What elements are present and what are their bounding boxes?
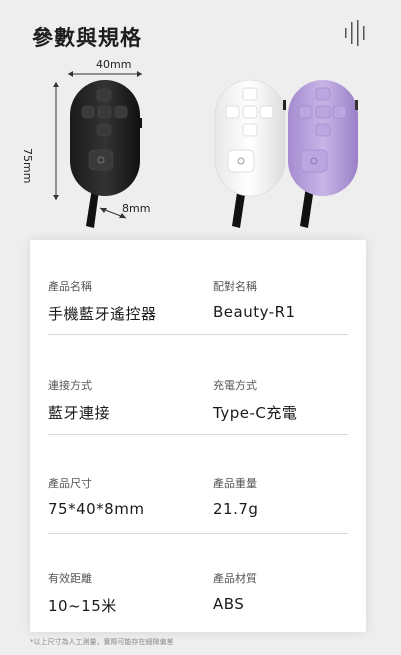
divider: [48, 434, 348, 435]
height-label: 75mm: [21, 148, 34, 184]
spec-value: ABS: [213, 595, 245, 613]
thickness-label: 8mm: [122, 202, 151, 215]
footnote: *以上尺寸為人工測量，實際可能存在細微偏差: [30, 638, 174, 646]
height-dimension-line: [53, 82, 59, 200]
spec-label: 產品尺寸: [48, 477, 92, 490]
spec-value: Type-C充電: [213, 404, 298, 422]
spec-value: 75*40*8mm: [48, 500, 145, 518]
spec-value: 藍牙連接: [48, 404, 111, 422]
divider: [48, 334, 348, 335]
divider: [48, 533, 348, 534]
spec-label: 產品名稱: [48, 280, 92, 293]
spec-value: Beauty-R1: [213, 303, 296, 321]
product-illustration: [53, 71, 358, 228]
spec-label: 有效距離: [48, 572, 92, 585]
width-dimension-line: [68, 71, 142, 77]
spec-value: 10~15米: [48, 597, 117, 615]
spec-label: 充電方式: [213, 379, 257, 392]
purple-remote: [288, 80, 358, 228]
spec-card: 產品名稱 手機藍牙遙控器 配對名稱 Beauty-R1 連接方式 藍牙連接 充電…: [30, 240, 366, 632]
spec-label: 產品重量: [213, 477, 257, 490]
spec-label: 產品材質: [213, 572, 257, 585]
spec-value: 21.7g: [213, 500, 259, 518]
spec-label: 配對名稱: [213, 280, 257, 293]
spec-value: 手機藍牙遙控器: [48, 305, 157, 323]
spec-label: 連接方式: [48, 379, 92, 392]
white-remote: [214, 79, 286, 228]
width-label: 40mm: [96, 58, 132, 71]
